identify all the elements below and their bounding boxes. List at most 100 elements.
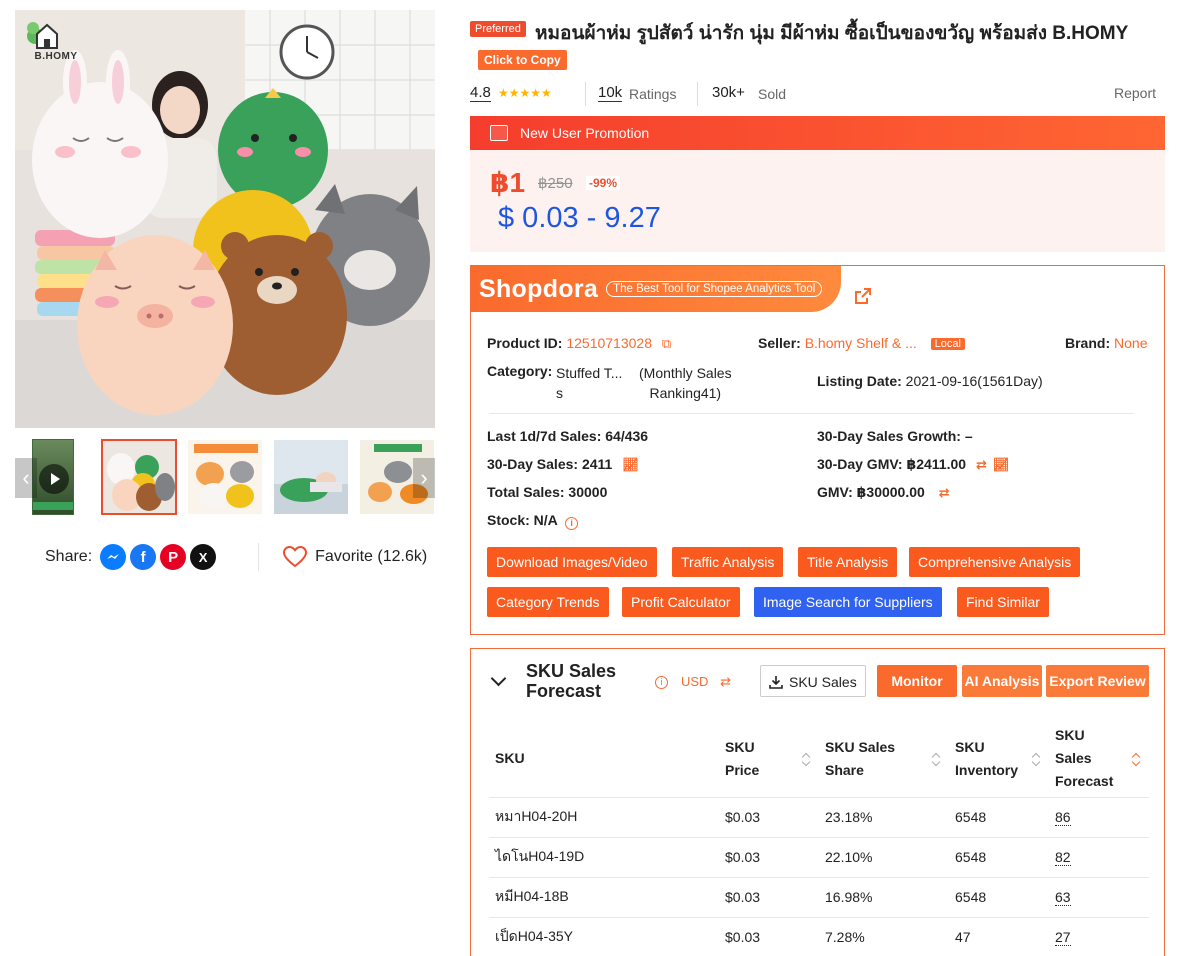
stock-field: Stock: N/A i bbox=[487, 512, 579, 530]
play-icon[interactable] bbox=[39, 464, 69, 494]
info-icon[interactable]: i bbox=[565, 517, 579, 530]
find-similar-button[interactable]: Find Similar bbox=[957, 587, 1049, 617]
share-row: Share: f P X Favorite (12.6k) bbox=[45, 543, 427, 571]
sold-divider bbox=[697, 82, 698, 106]
sales-30d-field: 30-Day Sales: 2411 📈︎ bbox=[487, 456, 639, 472]
download-sku-sales-button[interactable]: SKU Sales bbox=[760, 665, 866, 697]
col-sku-price[interactable]: SKU Price bbox=[719, 721, 819, 798]
seller-field: Seller: B.homy Shelf & ... Local bbox=[758, 335, 965, 351]
pinterest-icon[interactable]: P bbox=[160, 544, 187, 570]
sku-forecast[interactable]: 86 bbox=[1049, 797, 1149, 838]
table-row: หมาH04-20H $0.03 23.18% 6548 86 bbox=[489, 797, 1149, 838]
sku-inventory: 6548 bbox=[949, 877, 1049, 918]
listing-date-field: Listing Date: 2021-09-16(1561Day) bbox=[817, 373, 1043, 389]
info-icon[interactable]: i bbox=[655, 676, 668, 689]
ratings-count[interactable]: 10k bbox=[598, 84, 623, 102]
comprehensive-analysis-button[interactable]: Comprehensive Analysis bbox=[909, 547, 1081, 577]
sort-icon[interactable] bbox=[1032, 752, 1041, 766]
trend-chart-icon[interactable]: 📈︎ bbox=[993, 457, 1010, 472]
category-field: Category: bbox=[487, 363, 553, 379]
product-photo bbox=[15, 10, 435, 428]
thumbnail-next-arrow[interactable]: › bbox=[413, 458, 435, 498]
sku-name: เป็ดH04-35Y bbox=[489, 917, 719, 956]
total-sales: Total Sales: 30000 bbox=[487, 484, 608, 500]
sku-forecast[interactable]: 63 bbox=[1049, 877, 1149, 918]
profit-calculator-button[interactable]: Profit Calculator bbox=[622, 587, 740, 617]
x-icon[interactable]: X bbox=[190, 544, 217, 570]
price-box: ฿1 ฿250 -99% $ 0.03 - 9.27 bbox=[470, 150, 1165, 252]
sold-count: 30k+ bbox=[712, 84, 745, 101]
discount-badge: -99% bbox=[586, 176, 621, 190]
report-link[interactable]: Report bbox=[1114, 85, 1156, 101]
listing-date-value: 2021-09-16(1561Day) bbox=[905, 373, 1043, 389]
messenger-icon[interactable] bbox=[100, 544, 127, 570]
favorite-button[interactable]: Favorite (12.6k) bbox=[283, 546, 427, 568]
local-badge: Local bbox=[930, 338, 965, 350]
house-logo-icon bbox=[27, 22, 58, 49]
col-sku-sales-forecast[interactable]: SKU Sales Forecast bbox=[1049, 721, 1149, 798]
download-images-video-button[interactable]: Download Images/Video bbox=[487, 547, 657, 577]
sort-icon[interactable] bbox=[802, 752, 811, 766]
gmv-30d-field: 30-Day GMV: ฿2411.00 ⇄ 📈︎ bbox=[817, 456, 1010, 472]
sku-inventory: 6548 bbox=[949, 837, 1049, 878]
thumbnail-video[interactable] bbox=[32, 439, 74, 515]
sku-name: หมาH04-20H bbox=[489, 797, 719, 838]
facebook-icon[interactable]: f bbox=[130, 544, 157, 570]
thumbnail-prev-arrow[interactable]: ‹ bbox=[15, 458, 37, 498]
original-price: ฿250 bbox=[538, 175, 573, 192]
category-trends-button[interactable]: Category Trends bbox=[487, 587, 609, 617]
table-row: ไดโนH04-19D $0.03 22.10% 6548 82 bbox=[489, 837, 1149, 878]
preferred-badge: Preferred bbox=[470, 21, 526, 37]
seller-link[interactable]: B.homy Shelf & ... bbox=[805, 335, 917, 351]
sku-forecast[interactable]: 27 bbox=[1049, 917, 1149, 956]
sku-share: 23.18% bbox=[819, 797, 949, 838]
category-link[interactable]: Stuffed T... s bbox=[556, 363, 622, 403]
thumbnail-2[interactable] bbox=[187, 439, 263, 515]
sku-price: $0.03 bbox=[719, 917, 819, 956]
title-analysis-button[interactable]: Title Analysis bbox=[798, 547, 898, 577]
heart-icon bbox=[283, 546, 308, 568]
sku-inventory: 6548 bbox=[949, 797, 1049, 838]
rating-value[interactable]: 4.8 bbox=[470, 84, 491, 102]
card-divider bbox=[489, 413, 1134, 414]
sort-icon[interactable] bbox=[932, 752, 941, 766]
thumbnail-1[interactable] bbox=[101, 439, 177, 515]
product-title: หมอนผ้าห่ม รูปสัตว์ น่ารัก นุ่ม มีผ้าห่ม… bbox=[535, 23, 1129, 44]
monitor-button[interactable]: Monitor bbox=[877, 665, 957, 697]
product-main-image[interactable]: B.HOMY bbox=[15, 10, 435, 428]
product-id-value[interactable]: 12510713028 bbox=[566, 335, 652, 351]
rating-stars-icon: ★★★★★ bbox=[498, 86, 552, 100]
sort-icon[interactable] bbox=[1132, 752, 1141, 766]
trend-chart-icon[interactable]: 📈︎ bbox=[622, 457, 639, 472]
thumbnail-3-image bbox=[274, 440, 348, 514]
col-sku-sales-share[interactable]: SKU Sales Share bbox=[819, 721, 949, 798]
share-divider bbox=[258, 543, 260, 571]
sku-name: ไดโนH04-19D bbox=[489, 837, 719, 878]
thumbnail-2-image bbox=[188, 440, 262, 514]
external-link-icon[interactable] bbox=[855, 288, 871, 304]
export-review-button[interactable]: Export Review bbox=[1046, 665, 1149, 697]
promotion-label: New User Promotion bbox=[520, 125, 650, 141]
swap-icon[interactable]: ⇄ bbox=[976, 457, 987, 472]
col-sku-inventory[interactable]: SKU Inventory bbox=[949, 721, 1049, 798]
gmv-field: GMV: ฿30000.00 ⇄ bbox=[817, 484, 950, 500]
sku-table: SKU SKU Price SKU Sales Share SKU Invent… bbox=[489, 721, 1149, 956]
copy-icon[interactable]: ⧉ bbox=[662, 336, 671, 351]
usd-price-range: $ 0.03 - 9.27 bbox=[498, 202, 661, 234]
collapse-chevron-icon[interactable] bbox=[490, 670, 507, 687]
ratings-label: Ratings bbox=[629, 86, 677, 102]
swap-icon[interactable]: ⇄ bbox=[939, 485, 950, 500]
traffic-analysis-button[interactable]: Traffic Analysis bbox=[672, 547, 784, 577]
ai-analysis-button[interactable]: AI Analysis bbox=[962, 665, 1042, 697]
thumbnail-3[interactable] bbox=[273, 439, 349, 515]
sku-price: $0.03 bbox=[719, 837, 819, 878]
swap-icon: ⇄ bbox=[720, 674, 731, 689]
sku-forecast[interactable]: 82 bbox=[1049, 837, 1149, 878]
new-user-promotion-bar: New User Promotion bbox=[470, 116, 1165, 150]
brand-value[interactable]: None bbox=[1114, 335, 1147, 351]
table-row: เป็ดH04-35Y $0.03 7.28% 47 27 bbox=[489, 917, 1149, 956]
copy-title-button[interactable]: Click to Copy bbox=[478, 50, 567, 70]
image-search-suppliers-button[interactable]: Image Search for Suppliers bbox=[754, 587, 942, 617]
ranking-link[interactable]: (Monthly Sales Ranking41) bbox=[639, 363, 732, 403]
currency-toggle[interactable]: USD ⇄ bbox=[681, 674, 731, 690]
